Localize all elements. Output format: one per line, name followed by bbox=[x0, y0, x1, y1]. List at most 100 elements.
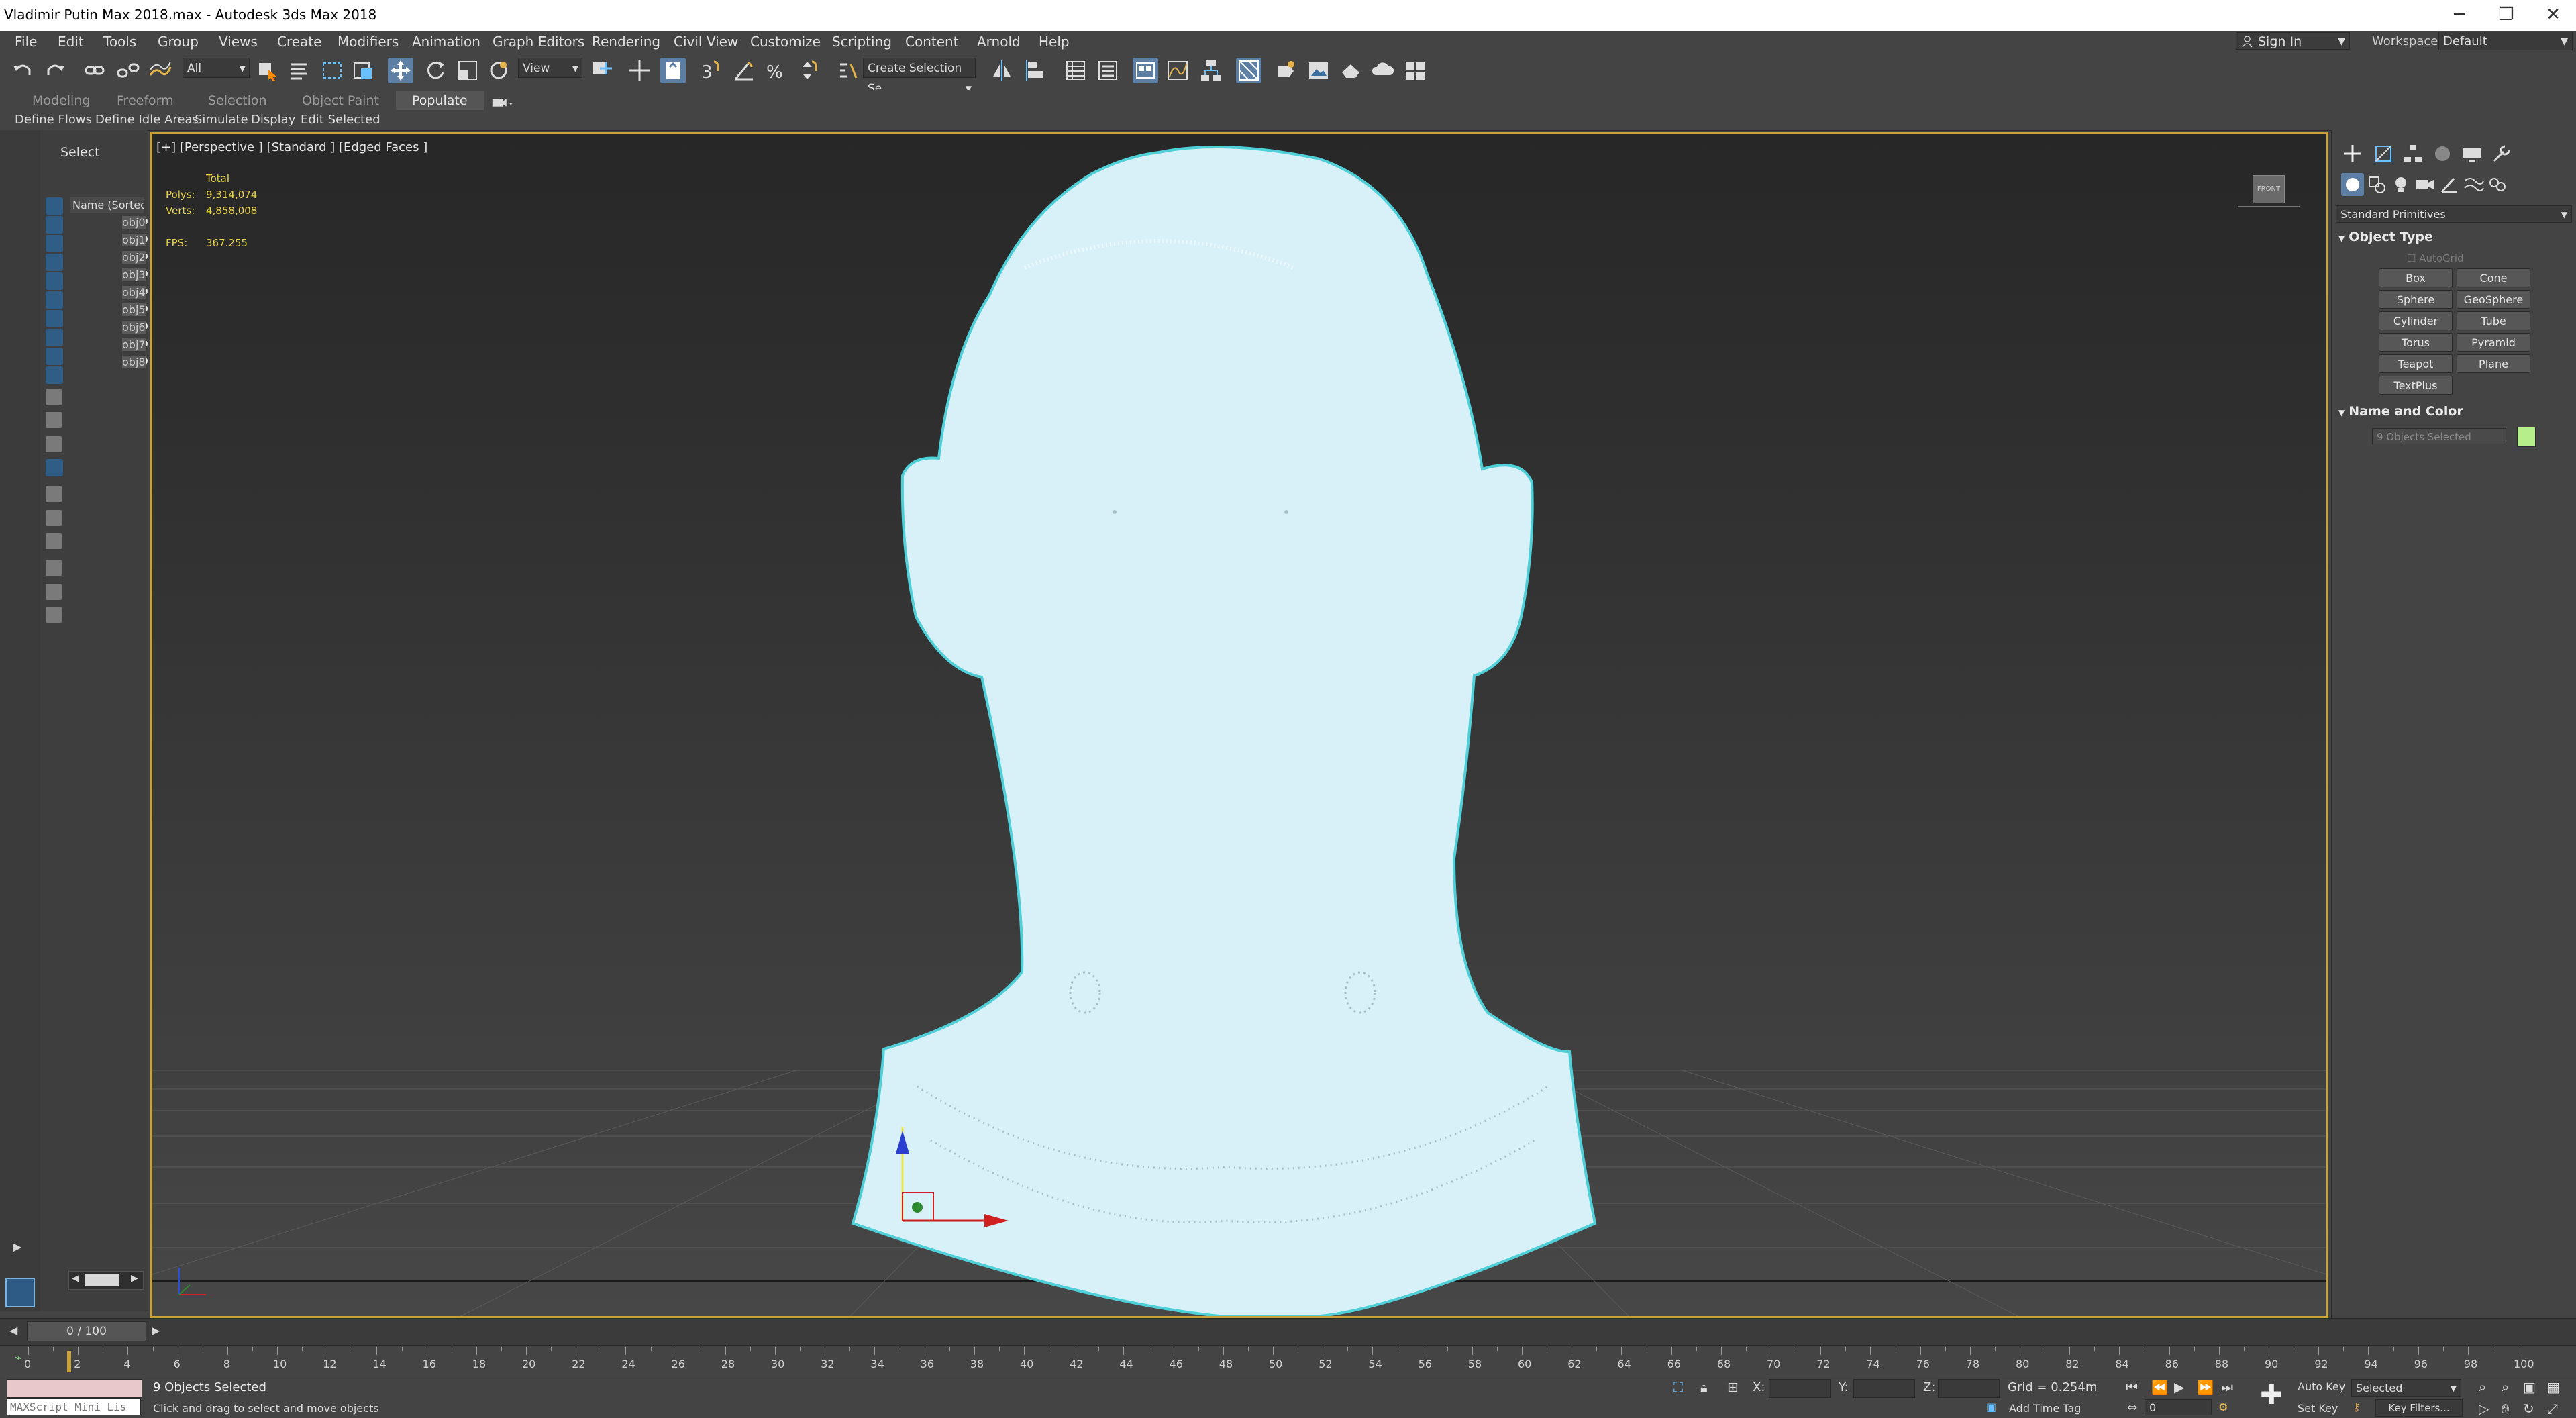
display-hidden-icon[interactable] bbox=[46, 436, 62, 452]
hierarchy-icon[interactable] bbox=[46, 560, 62, 576]
a360-gallery-icon[interactable] bbox=[1402, 58, 1428, 83]
define-idle-areas-button[interactable]: Define Idle Areas bbox=[95, 111, 199, 129]
cone-button[interactable]: Cone bbox=[2457, 268, 2530, 287]
reference-coordinate-dropdown[interactable]: View ▼ bbox=[518, 58, 582, 78]
display-cameras-icon[interactable] bbox=[46, 272, 63, 290]
layer-icon[interactable] bbox=[46, 607, 62, 623]
set-key-icon[interactable]: ✚ bbox=[2260, 1382, 2283, 1409]
select-object-icon[interactable] bbox=[255, 58, 280, 83]
display-helpers-icon[interactable] bbox=[46, 291, 63, 309]
camera-icon[interactable] bbox=[490, 90, 517, 109]
scrollbar-thumb[interactable] bbox=[85, 1274, 119, 1286]
previous-frame-icon[interactable]: ◀ bbox=[9, 1324, 17, 1337]
key-set-dropdown[interactable]: Selected ▼ bbox=[2351, 1379, 2461, 1397]
zoom-extents-icon[interactable]: ▣ bbox=[2523, 1379, 2536, 1395]
angle-snap-icon[interactable] bbox=[731, 58, 757, 83]
menu-civil-view[interactable]: Civil View bbox=[674, 34, 738, 50]
viewport-layout-icon[interactable] bbox=[5, 1278, 35, 1307]
link-icon[interactable] bbox=[82, 58, 107, 83]
create-selection-set-dropdown[interactable]: Create Selection Se ▼ bbox=[863, 58, 976, 95]
object-name[interactable]: obj6 bbox=[122, 321, 146, 334]
shapes-category-icon[interactable] bbox=[2365, 173, 2388, 196]
select-and-rotate-icon[interactable] bbox=[423, 58, 448, 83]
motion-tab-icon[interactable] bbox=[2431, 142, 2454, 165]
cameras-category-icon[interactable] bbox=[2414, 173, 2436, 196]
box-button[interactable]: Box bbox=[2379, 268, 2453, 287]
utilities-tab-icon[interactable] bbox=[2490, 142, 2513, 165]
name-and-color-rollout[interactable]: ▼ Name and Color bbox=[2338, 404, 2573, 424]
render-production-icon[interactable] bbox=[1338, 58, 1363, 83]
key-filters-button[interactable]: Key Filters... bbox=[2375, 1399, 2463, 1417]
bind-space-warp-icon[interactable] bbox=[148, 58, 173, 83]
selection-lock-icon[interactable]: 🔒︎ bbox=[1700, 1379, 1708, 1395]
ribbon-tab-object-paint[interactable]: Object Paint bbox=[302, 91, 379, 110]
play-icon[interactable]: ▶ bbox=[2174, 1379, 2184, 1395]
track-bar[interactable]: ⌁ 0 2 4 6 8 10 12 14 16 18 20 22 24 26 28 30 32 34 36 38 40 4… bbox=[0, 1345, 2576, 1376]
sphere-button[interactable]: Sphere bbox=[2379, 290, 2453, 309]
geometry-category-icon[interactable] bbox=[2341, 173, 2364, 196]
add-time-tag[interactable]: Add Time Tag bbox=[2009, 1402, 2081, 1415]
select-and-move-icon[interactable] bbox=[388, 58, 413, 83]
define-flows-button[interactable]: Define Flows bbox=[15, 111, 92, 129]
render-setup-icon[interactable] bbox=[1272, 58, 1298, 83]
time-configuration-icon[interactable]: ⚙ bbox=[2218, 1401, 2228, 1413]
teapot-button[interactable]: Teapot bbox=[2379, 354, 2453, 373]
helpers-category-icon[interactable] bbox=[2438, 173, 2461, 196]
y-coordinate-field[interactable] bbox=[1853, 1379, 1915, 1398]
keyboard-shortcut-override-icon[interactable] bbox=[660, 58, 686, 83]
find-icon[interactable] bbox=[46, 533, 62, 549]
curve-editor-icon[interactable] bbox=[1165, 58, 1190, 83]
scroll-left-icon[interactable]: ◀ bbox=[72, 1273, 79, 1284]
autogrid-checkbox[interactable]: ☐ AutoGrid bbox=[2407, 252, 2464, 264]
pyramid-button[interactable]: Pyramid bbox=[2457, 333, 2530, 352]
maxscript-mini-listener[interactable]: MAXScript Mini Lis bbox=[7, 1398, 141, 1415]
lights-category-icon[interactable] bbox=[2389, 173, 2412, 196]
open-mini-curve-editor-icon[interactable]: ⌁ bbox=[15, 1351, 22, 1365]
window-crossing-icon[interactable] bbox=[350, 58, 376, 83]
object-name[interactable]: obj3 bbox=[122, 268, 146, 281]
go-to-end-icon[interactable]: ⏭ bbox=[2221, 1379, 2233, 1395]
menu-rendering[interactable]: Rendering bbox=[592, 34, 660, 50]
pan-view-icon[interactable]: ✋︎ bbox=[2502, 1401, 2509, 1417]
filter-icon[interactable] bbox=[46, 584, 62, 600]
close-button[interactable]: ✕ bbox=[2530, 1, 2576, 28]
menu-content[interactable]: Content bbox=[905, 34, 959, 50]
hierarchy-tab-icon[interactable] bbox=[2402, 142, 2424, 165]
toggle-scene-explorer-icon[interactable] bbox=[1063, 58, 1088, 83]
scroll-right-icon[interactable]: ▶ bbox=[131, 1273, 138, 1284]
align-icon[interactable] bbox=[1024, 58, 1049, 83]
spinner-snap-icon[interactable] bbox=[794, 58, 820, 83]
auto-key-button[interactable]: Auto Key bbox=[2298, 1380, 2345, 1393]
ribbon-tab-freeform[interactable]: Freeform bbox=[117, 91, 174, 110]
invert-display-icon[interactable] bbox=[46, 510, 62, 526]
display-space-warps-icon[interactable] bbox=[46, 310, 63, 327]
minimize-button[interactable]: ─ bbox=[2436, 1, 2483, 28]
current-frame-field[interactable]: 0 bbox=[2145, 1399, 2212, 1415]
previous-key-icon[interactable]: ⏪ bbox=[2151, 1379, 2168, 1395]
modify-tab-icon[interactable] bbox=[2372, 142, 2395, 165]
selection-filter-dropdown[interactable]: All ▼ bbox=[183, 58, 250, 78]
time-tag-icon[interactable]: ▣ bbox=[1986, 1401, 1996, 1413]
field-of-view-icon[interactable]: ▷ bbox=[2479, 1401, 2489, 1417]
create-tab-icon[interactable] bbox=[2341, 142, 2364, 165]
expand-arrow-icon[interactable]: ▶ bbox=[13, 1240, 21, 1253]
percent-snap-icon[interactable]: % bbox=[764, 58, 789, 83]
x-coordinate-field[interactable] bbox=[1769, 1379, 1831, 1398]
restore-button[interactable]: ❐ bbox=[2483, 1, 2530, 28]
display-frozen-icon[interactable] bbox=[46, 412, 62, 428]
display-bones-icon[interactable] bbox=[46, 366, 63, 384]
display-none-icon[interactable] bbox=[46, 197, 63, 215]
display-lights-icon[interactable] bbox=[46, 254, 63, 271]
z-coordinate-field[interactable] bbox=[1938, 1379, 2000, 1398]
display-xrefs-icon[interactable] bbox=[46, 348, 63, 365]
material-editor-icon[interactable] bbox=[1236, 58, 1261, 83]
name-column-header[interactable]: Name (Sorted A bbox=[70, 197, 144, 213]
ribbon-tab-populate[interactable]: Populate bbox=[396, 91, 484, 110]
object-name-field[interactable]: 9 Objects Selected bbox=[2372, 428, 2506, 444]
display-tab-icon[interactable] bbox=[2461, 142, 2483, 165]
object-name[interactable]: obj1 bbox=[122, 234, 146, 246]
menu-customize[interactable]: Customize bbox=[750, 34, 821, 50]
display-all-icon[interactable] bbox=[46, 459, 63, 476]
tube-button[interactable]: Tube bbox=[2457, 311, 2530, 330]
object-type-rollout[interactable]: ▼ Object Type bbox=[2338, 230, 2573, 250]
